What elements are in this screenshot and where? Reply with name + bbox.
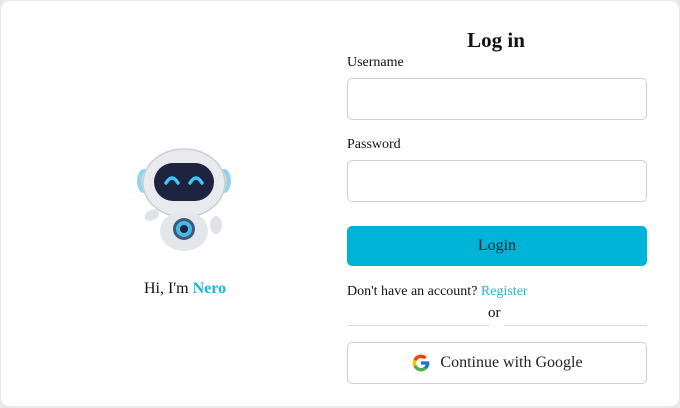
or-separator: or <box>488 305 501 321</box>
login-button[interactable]: Login <box>347 226 647 266</box>
divider-left <box>347 325 489 326</box>
robot-mascot-icon <box>137 148 231 251</box>
mascot-panel: Hi, I'm Nero <box>1 1 341 406</box>
register-prompt: Don't have an account? Register <box>347 284 528 300</box>
assistant-name: Nero <box>192 280 227 297</box>
divider-right <box>504 325 647 326</box>
register-link[interactable]: Register <box>481 284 528 299</box>
no-account-text: Don't have an account? <box>347 284 481 299</box>
greeting-prefix: Hi, I'm <box>143 280 193 297</box>
username-label: Username <box>347 55 404 70</box>
username-input[interactable] <box>347 78 647 120</box>
page-title: Log in <box>467 28 525 52</box>
google-g-icon <box>413 354 430 372</box>
greeting-text: Hi, I'm Nero <box>1 280 369 298</box>
google-button-label: Continue with Google <box>440 354 583 371</box>
password-input[interactable] <box>347 160 647 202</box>
password-label: Password <box>347 137 401 152</box>
google-signin-button[interactable]: Continue with Google <box>347 342 647 384</box>
login-card: Hi, I'm Nero Log in Username Password Lo… <box>1 1 679 406</box>
